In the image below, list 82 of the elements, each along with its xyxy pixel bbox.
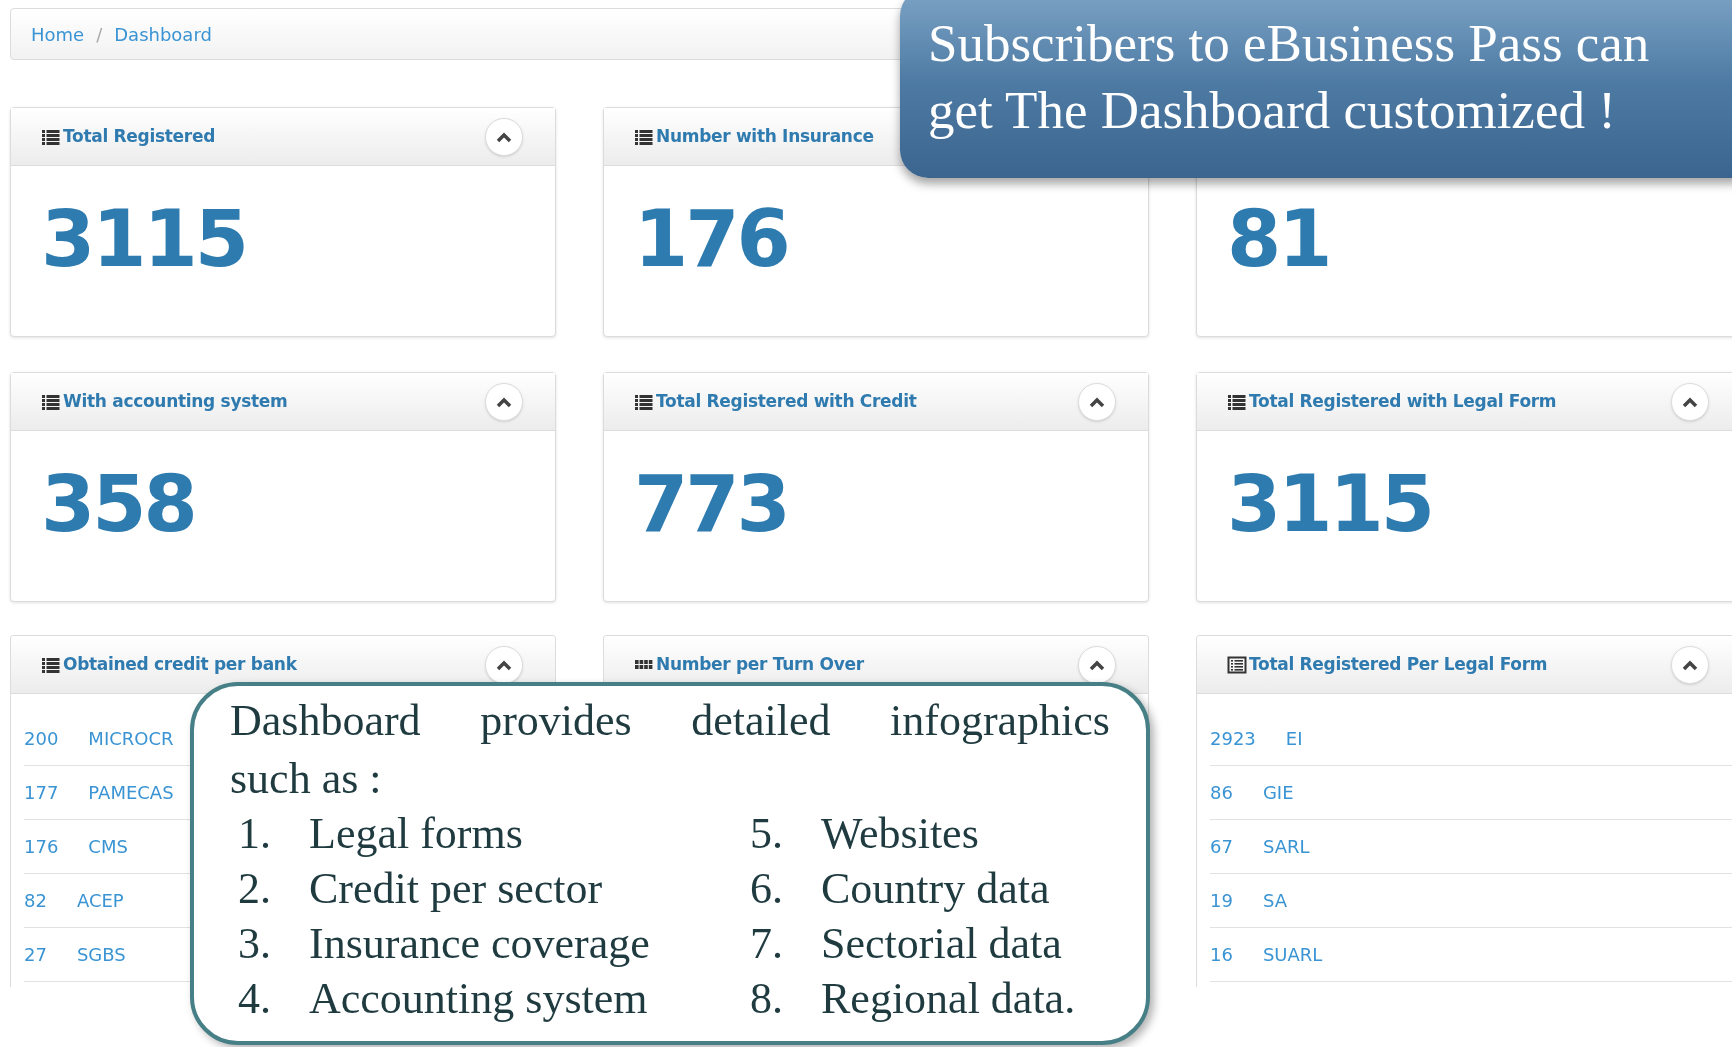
stat-value: 176 [634, 194, 788, 284]
card-title: With accounting system [63, 389, 288, 413]
row-count: 86 [1210, 781, 1233, 805]
row-label: PAMECAS [88, 781, 174, 805]
collapse-button[interactable] [485, 117, 523, 156]
list-number: 1. [237, 808, 272, 860]
breadcrumb-link[interactable]: Home [31, 20, 85, 48]
row-label: CMS [88, 835, 128, 859]
chevron-up-icon [1089, 658, 1105, 671]
callout-text: get The Dashboard customized ! [928, 80, 1617, 141]
card-title: Total Registered with Credit [656, 389, 917, 413]
list-icon [634, 127, 654, 146]
intro-text: detailed [691, 695, 831, 747]
row-count: 19 [1210, 889, 1233, 913]
card-title: Total Registered with Legal Form [1249, 389, 1557, 413]
row-count: 27 [24, 943, 47, 967]
row-label: ACEP [76, 889, 124, 913]
chevron-up-icon [496, 395, 512, 408]
row-count: 177 [24, 781, 59, 805]
grid-icon [634, 660, 654, 669]
list-item-text: Insurance coverage [309, 918, 650, 970]
card-title: Total Registered Per Legal Form [1249, 652, 1548, 676]
card-title: Number with Insurance [656, 124, 874, 148]
row-count: 67 [1210, 835, 1233, 859]
intro-text: infographics [890, 695, 1110, 747]
row-count: 176 [24, 835, 59, 859]
collapse-button[interactable] [1078, 382, 1116, 421]
stat-value: 3115 [1227, 459, 1433, 549]
callout-text: Subscribers to eBusiness Pass can [928, 13, 1651, 74]
list-number: 3. [237, 918, 272, 970]
chevron-up-icon [1682, 658, 1698, 671]
row-label: MICROCR [88, 727, 174, 751]
list-number: 8. [749, 973, 784, 1025]
row-count: 200 [24, 727, 59, 751]
breadcrumb-separator: / [96, 22, 103, 47]
chevron-up-icon [496, 130, 512, 143]
row-label: SARL [1262, 835, 1310, 859]
list-number: 6. [749, 863, 784, 915]
row-label: GIE [1262, 781, 1294, 805]
row-label: SUARL [1262, 943, 1323, 967]
list-icon [634, 392, 654, 411]
row-count: 2923 [1210, 727, 1256, 751]
list-icon [41, 127, 61, 146]
breadcrumb-link[interactable]: Dashboard [114, 20, 212, 48]
list-item-text: Sectorial data [821, 918, 1062, 970]
collapse-button[interactable] [1671, 645, 1709, 684]
chevron-up-icon [496, 658, 512, 671]
collapse-button[interactable] [1078, 645, 1116, 684]
table-icon [1227, 655, 1247, 674]
card-title: Number per Turn Over [656, 652, 864, 676]
row-label: SGBS [76, 943, 126, 967]
list-item-text: Websites [821, 808, 979, 860]
stat-value: 3115 [41, 194, 247, 284]
collapse-button[interactable] [1671, 382, 1709, 421]
stat-value: 773 [634, 459, 788, 549]
stat-value: 81 [1227, 194, 1330, 284]
row-label: SA [1262, 889, 1287, 913]
chevron-up-icon [1682, 395, 1698, 408]
list-item-text: Accounting system [309, 973, 648, 1025]
collapse-button[interactable] [485, 382, 523, 421]
list-item-text: Country data [821, 863, 1050, 915]
row-count: 82 [24, 889, 47, 913]
collapse-button[interactable] [485, 645, 523, 684]
card-title: Obtained credit per bank [63, 652, 297, 676]
list-icon [41, 392, 61, 411]
chevron-up-icon [1089, 395, 1105, 408]
list-item-text: Legal forms [309, 808, 523, 860]
list-number: 4. [237, 973, 272, 1025]
intro-text: such as : [230, 753, 382, 805]
row-count: 16 [1210, 943, 1233, 967]
intro-text: Dashboard [230, 695, 421, 747]
stat-value: 358 [41, 459, 195, 549]
list-icon [1227, 392, 1247, 411]
card-title: Total Registered [63, 124, 216, 148]
list-icon [41, 655, 61, 674]
list-number: 7. [749, 918, 784, 970]
list-item-text: Credit per sector [309, 863, 603, 915]
list-number: 5. [749, 808, 784, 860]
row-label: EI [1285, 727, 1303, 751]
list-item-text: Regional data. [821, 973, 1076, 1025]
intro-text: provides [480, 695, 632, 747]
list-number: 2. [237, 863, 272, 915]
